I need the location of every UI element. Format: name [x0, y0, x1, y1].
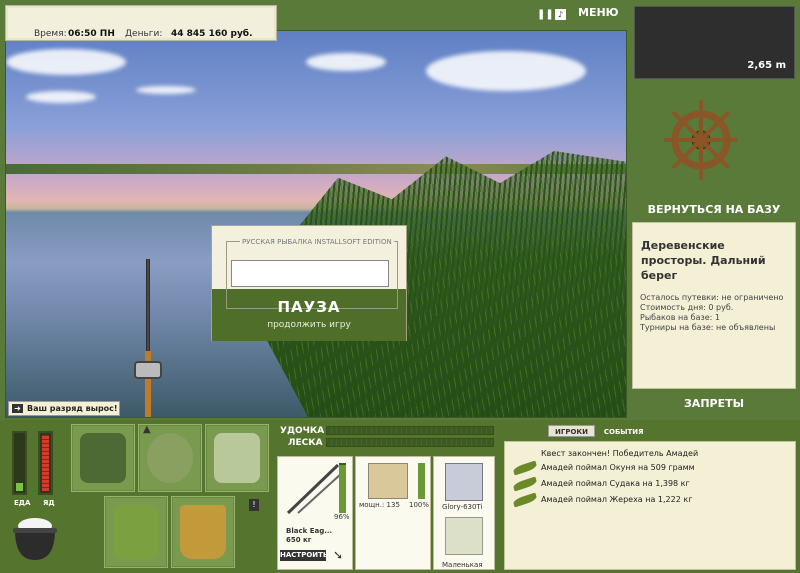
menu-button[interactable]: МЕНЮ	[578, 6, 619, 19]
backpack-slot[interactable]	[71, 424, 135, 492]
tab-events[interactable]: СОБЫТИЯ	[598, 426, 650, 438]
cloud	[26, 91, 96, 103]
rod-icon	[286, 463, 342, 515]
bucket-slot[interactable]	[171, 496, 235, 568]
rod-gauge	[339, 463, 346, 513]
return-to-base-button[interactable]: ВЕРНУТЬСЯ НА БАЗУ	[630, 203, 798, 216]
notes-slot[interactable]	[205, 424, 269, 492]
reel-power: мощн.: 135	[359, 501, 400, 509]
rank-notification[interactable]: ➜ Ваш разряд вырос!	[8, 401, 120, 416]
status-bar: Время: 06:50 ПН Деньги: 44 845 160 руб.	[5, 5, 277, 41]
cauldron-icon[interactable]	[10, 512, 60, 564]
time-label: Время:	[34, 29, 67, 39]
time-value: 06:50 ПН	[68, 29, 115, 39]
log-entry: Амадей поймал Окуня на 509 грамм	[541, 463, 695, 472]
rod-gauge-fill	[339, 465, 346, 513]
line-name: Glory-630Ti	[442, 503, 483, 511]
money-label: Деньги:	[125, 29, 163, 39]
fish-basket-icon	[113, 505, 159, 559]
location-panel: Деревенские просторы. Дальний берег Оста…	[632, 222, 796, 389]
money-value: 44 845 160 руб.	[171, 29, 253, 39]
ship-wheel-icon[interactable]	[664, 96, 738, 196]
log-entry: Амадей поймал Жереха на 1,222 кг	[541, 495, 693, 504]
fish-icon	[512, 492, 538, 508]
cloud	[306, 53, 386, 71]
tab-players[interactable]: ИГРОКИ	[548, 425, 595, 437]
depth-display: 2,65 m	[634, 6, 795, 79]
bans-button[interactable]: ЗАПРЕТЫ	[630, 397, 798, 410]
pause-icon[interactable]: ❚❚	[537, 9, 554, 20]
log-tabs: ИГРОКИ СОБЫТИЯ	[548, 425, 650, 438]
spool-icon	[445, 463, 483, 501]
lure-name: Маленькая	[442, 561, 483, 569]
log-entry: Квест закончен! Победитель Амадей	[541, 449, 699, 458]
cloud	[6, 49, 126, 75]
name-input[interactable]	[231, 260, 389, 287]
dialog-caption: РУССКАЯ РЫБАЛКА INSTALLSOFT EDITION	[240, 238, 394, 246]
fish-icon	[512, 460, 538, 476]
arrow-right-icon: ➜	[12, 404, 23, 413]
rod-tension-bar	[326, 426, 494, 435]
setup-button[interactable]: НАСТРОИТЬ	[280, 550, 328, 561]
tournaments: Турниры на базе: не объявлены	[640, 323, 776, 332]
poison-label: ЯД	[43, 499, 55, 507]
pause-title: ПАУЗА	[277, 298, 341, 316]
line-tension-bar	[326, 438, 494, 447]
fish-icon	[512, 476, 538, 492]
basket-slot[interactable]	[104, 496, 168, 568]
map-icon	[214, 433, 260, 483]
poison-meter	[38, 431, 53, 495]
rank-text: Ваш разряд вырос!	[27, 404, 118, 413]
sound-icon[interactable]: ♪	[555, 9, 566, 20]
reel-percent: 100%	[409, 501, 430, 509]
fishers-count: Рыбаков на базе: 1	[640, 313, 720, 322]
food-meter-fill	[16, 482, 23, 491]
food-meter	[12, 431, 27, 495]
reel-gauge	[418, 463, 425, 499]
arrow-down-right-icon[interactable]: ➘	[333, 548, 343, 562]
rod-weight: 650 кг	[286, 536, 312, 544]
day-cost: Стоимость дня: 0 руб.	[640, 303, 734, 312]
bucket-icon	[180, 505, 226, 559]
rod-bar-label: УДОЧКА	[280, 426, 325, 436]
pause-dialog: РУССКАЯ РЫБАЛКА INSTALLSOFT EDITION ПАУЗ…	[211, 225, 407, 341]
line-cell[interactable]: Glory-630Ti Маленькая	[433, 456, 495, 570]
continue-game-button[interactable]: продолжить игру	[212, 320, 406, 330]
poison-meter-fill	[42, 435, 49, 491]
food-label: ЕДА	[14, 499, 31, 507]
info-icon[interactable]: !	[249, 499, 259, 511]
depth-value: 2,65 m	[747, 60, 786, 71]
tackle-box-icon	[80, 433, 126, 483]
event-log: Квест закончен! Победитель Амадей Амадей…	[504, 441, 796, 570]
cloud	[426, 51, 586, 91]
reel-item-icon	[368, 463, 408, 499]
cursor-icon: ▲	[143, 424, 151, 435]
rod-percent: 96%	[334, 513, 350, 521]
bait-bag-icon	[147, 433, 193, 483]
lure-icon	[445, 517, 483, 555]
location-title: Деревенские просторы. Дальний берег	[641, 239, 766, 282]
reel-icon	[134, 361, 162, 379]
log-entry: Амадей поймал Судака на 1,398 кг	[541, 479, 690, 488]
cloud	[136, 86, 196, 94]
game-scene[interactable]	[5, 30, 627, 418]
reel-gauge-fill	[418, 463, 425, 499]
trip-remaining: Осталось путевки: не ограничено	[640, 293, 784, 302]
reel-cell[interactable]: мощн.: 135 100%	[355, 456, 431, 570]
rod-name: Black Eag...	[286, 527, 333, 535]
line-bar-label: ЛЕСКА	[288, 438, 323, 448]
